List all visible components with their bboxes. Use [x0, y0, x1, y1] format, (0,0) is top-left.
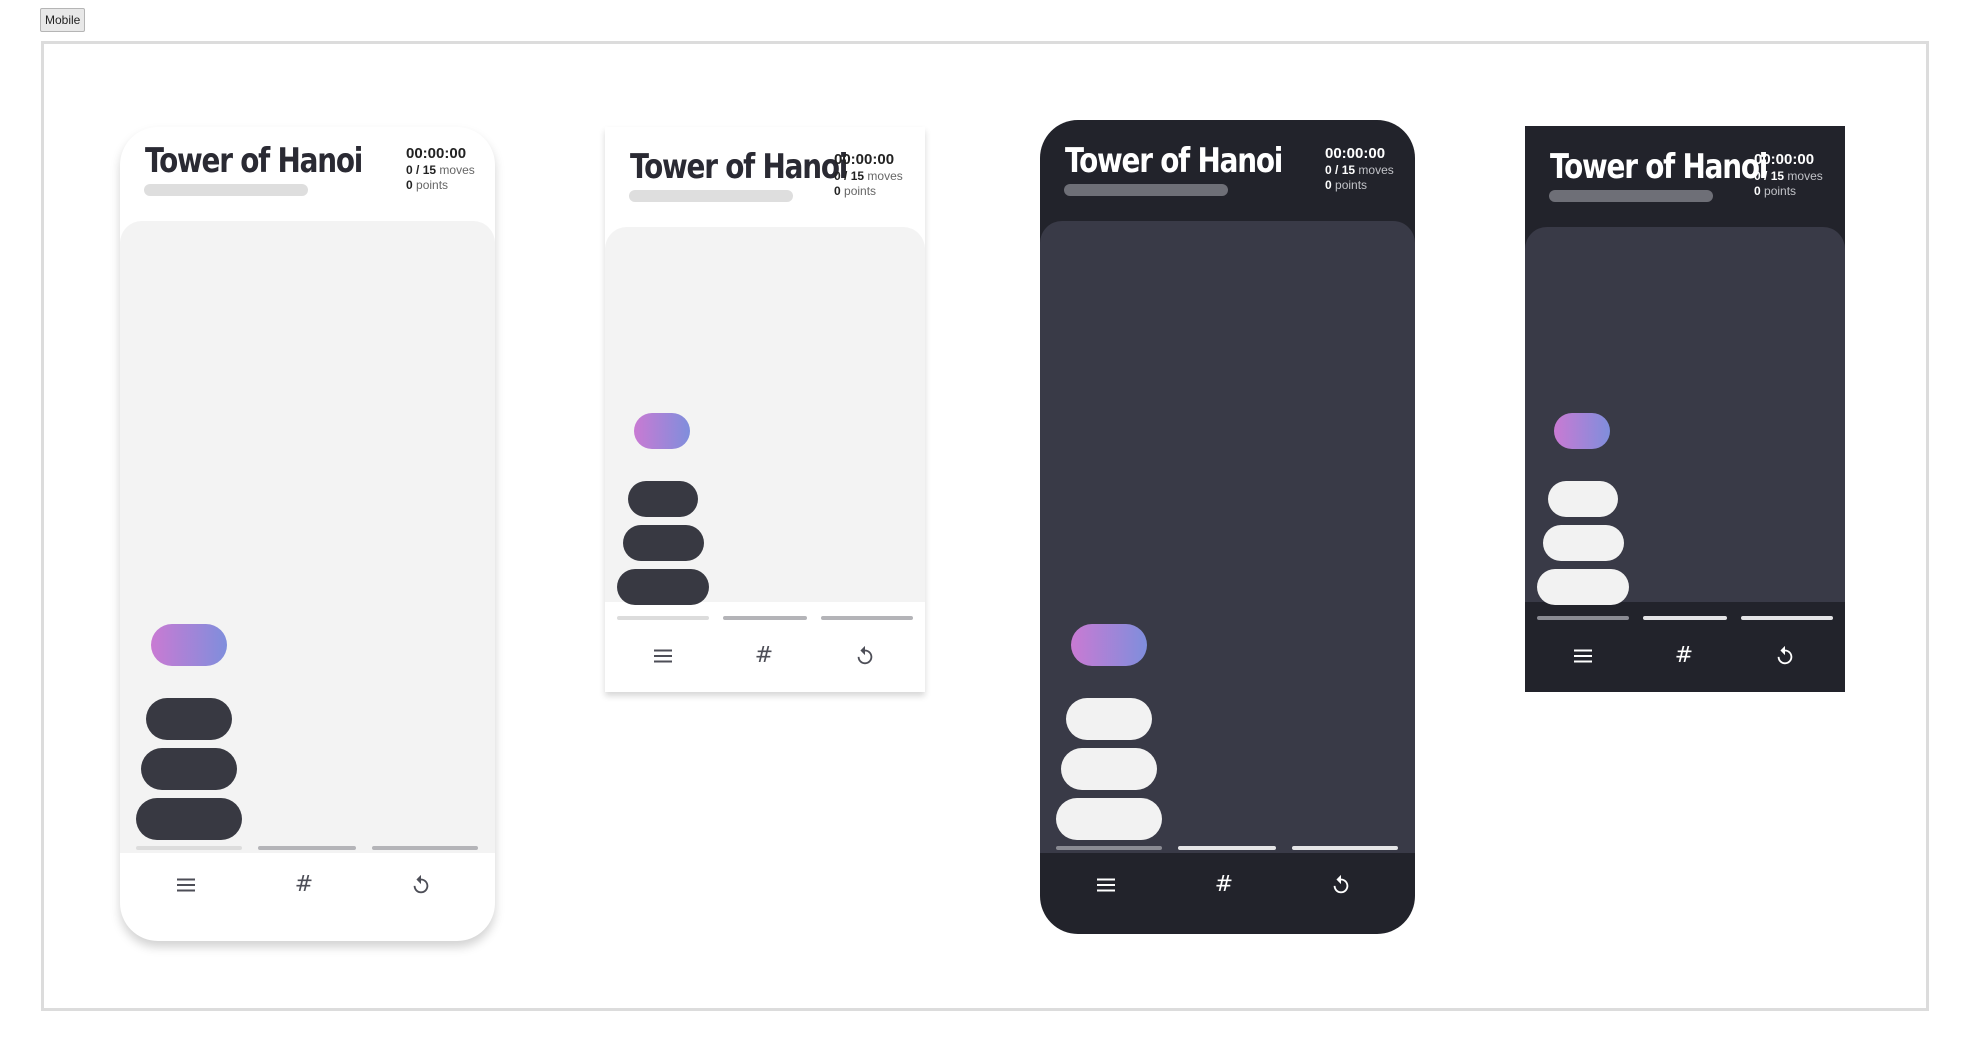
disk-large[interactable] — [617, 569, 709, 605]
peg-base-1[interactable] — [617, 616, 709, 620]
game-board — [1525, 227, 1845, 620]
hash-button[interactable]: # — [1664, 636, 1704, 676]
selected-disk[interactable] — [1554, 413, 1610, 449]
restart-icon — [857, 645, 873, 665]
timer: 00:00:00 — [834, 151, 895, 168]
menu-icon — [1574, 649, 1592, 663]
hash-button[interactable]: # — [744, 636, 784, 676]
title-progress-bar — [144, 184, 308, 196]
phone-light-rounded: Tower of Hanoi 00:00:00 0 / 15 moves 0 p… — [120, 127, 495, 941]
game-title: Tower of Hanoi — [630, 147, 848, 187]
hash-button[interactable]: # — [282, 863, 326, 907]
hash-icon: # — [1214, 872, 1234, 897]
hash-icon: # — [294, 872, 314, 897]
menu-icon — [1097, 878, 1115, 892]
restart-icon — [1777, 645, 1793, 665]
disk-large[interactable] — [1537, 569, 1629, 605]
restart-button[interactable] — [1319, 863, 1363, 907]
game-stats: 00:00:00 0 / 15 moves 0 points — [406, 145, 475, 192]
phone-dark-square: Tower of Hanoi 00:00:00 0 / 15 moves 0 p… — [1525, 126, 1845, 692]
selected-disk[interactable] — [151, 624, 227, 666]
peg-base-2[interactable] — [723, 616, 807, 620]
disk-large[interactable] — [136, 798, 242, 840]
moves-counter: 0 / 15 moves — [834, 169, 903, 183]
menu-button[interactable] — [643, 636, 683, 676]
game-board — [605, 227, 925, 620]
hash-button[interactable]: # — [1202, 863, 1246, 907]
phone-light-square: Tower of Hanoi 00:00:00 0 / 15 moves 0 p… — [605, 127, 925, 692]
selected-disk[interactable] — [1071, 624, 1147, 666]
points-counter: 0 points — [406, 178, 449, 192]
menu-icon — [654, 649, 672, 663]
peg-base-3[interactable] — [821, 616, 913, 620]
mobile-mode-button[interactable]: Mobile — [40, 8, 86, 32]
game-board — [1040, 221, 1415, 853]
timer: 00:00:00 — [406, 145, 467, 162]
menu-icon — [177, 878, 195, 892]
restart-button[interactable] — [399, 863, 443, 907]
menu-button[interactable] — [164, 863, 208, 907]
disk-small[interactable] — [1066, 698, 1152, 740]
peg-base-3[interactable] — [372, 846, 478, 850]
peg-base-2[interactable] — [1178, 846, 1276, 850]
peg-base-1[interactable] — [1537, 616, 1629, 620]
game-stats: 00:00:00 0 / 15 moves 0 points — [1754, 151, 1823, 198]
peg-base-1[interactable] — [136, 846, 242, 850]
game-title: Tower of Hanoi — [145, 141, 363, 181]
game-stats: 00:00:00 0 / 15 moves 0 points — [834, 151, 903, 198]
disk-small[interactable] — [1548, 481, 1618, 517]
moves-counter: 0 / 15 moves — [1754, 169, 1823, 183]
points-counter: 0 points — [1325, 178, 1368, 192]
phone-dark-rounded: Tower of Hanoi 00:00:00 0 / 15 moves 0 p… — [1040, 120, 1415, 934]
menu-button[interactable] — [1084, 863, 1128, 907]
game-board — [120, 221, 495, 853]
peg-base-3[interactable] — [1292, 846, 1398, 850]
timer: 00:00:00 — [1754, 151, 1815, 168]
peg-base-1[interactable] — [1056, 846, 1162, 850]
menu-button[interactable] — [1563, 636, 1603, 676]
timer: 00:00:00 — [1325, 145, 1386, 162]
restart-button[interactable] — [1765, 636, 1805, 676]
disk-large[interactable] — [1056, 798, 1162, 840]
game-title: Tower of Hanoi — [1550, 147, 1768, 187]
points-counter: 0 points — [834, 184, 877, 198]
disk-small[interactable] — [146, 698, 232, 740]
game-title: Tower of Hanoi — [1065, 141, 1283, 181]
hash-icon: # — [1674, 643, 1694, 668]
title-progress-bar — [629, 190, 793, 202]
restart-button[interactable] — [845, 636, 885, 676]
peg-base-2[interactable] — [258, 846, 356, 850]
restart-icon — [413, 874, 429, 894]
hash-icon: # — [754, 643, 774, 668]
peg-base-2[interactable] — [1643, 616, 1727, 620]
selected-disk[interactable] — [634, 413, 690, 449]
points-counter: 0 points — [1754, 184, 1797, 198]
title-progress-bar — [1064, 184, 1228, 196]
disk-medium[interactable] — [1543, 525, 1624, 561]
disk-medium[interactable] — [623, 525, 704, 561]
disk-medium[interactable] — [1061, 748, 1157, 790]
title-progress-bar — [1549, 190, 1713, 202]
disk-medium[interactable] — [141, 748, 237, 790]
restart-icon — [1333, 874, 1349, 894]
peg-base-3[interactable] — [1741, 616, 1833, 620]
moves-counter: 0 / 15 moves — [1325, 163, 1394, 177]
game-stats: 00:00:00 0 / 15 moves 0 points — [1325, 145, 1394, 192]
moves-counter: 0 / 15 moves — [406, 163, 475, 177]
disk-small[interactable] — [628, 481, 698, 517]
